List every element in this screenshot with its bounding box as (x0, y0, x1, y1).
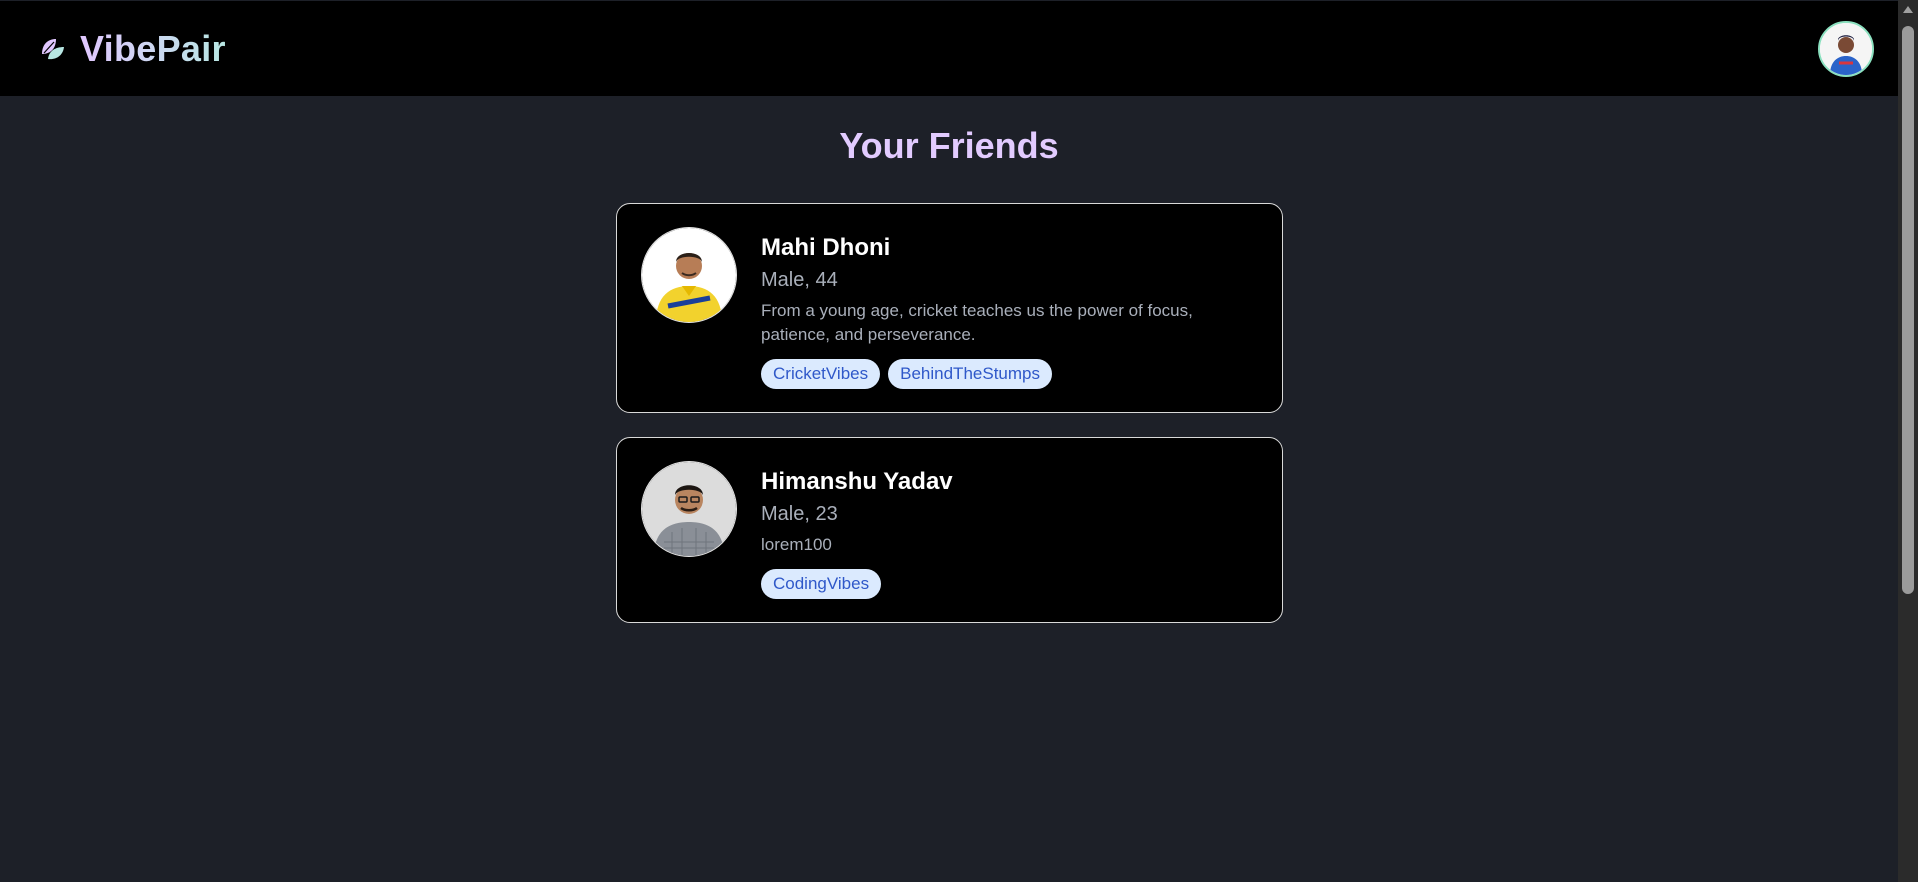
friend-tags: CricketVibes BehindTheStumps (761, 359, 1231, 389)
scrollbar-thumb[interactable] (1902, 26, 1914, 594)
friend-card[interactable]: Himanshu Yadav Male, 23 lorem100 CodingV… (616, 437, 1283, 623)
friend-name: Mahi Dhoni (761, 234, 891, 261)
friend-gender-age: Male, 44 (761, 269, 838, 291)
brand-name: VibePair (80, 27, 226, 69)
friend-bio: From a young age, cricket teaches us the… (761, 301, 1193, 344)
friend-bio: lorem100 (761, 535, 832, 554)
friend-avatar (641, 461, 737, 557)
friend-info: Himanshu Yadav Male, 23 lorem100 CodingV… (761, 461, 953, 599)
tag-chip[interactable]: BehindTheStumps (888, 359, 1052, 389)
tag-chip[interactable]: CodingVibes (761, 569, 882, 599)
scroll-up-arrow-icon[interactable] (1903, 6, 1913, 13)
profile-avatar-button[interactable] (1818, 20, 1874, 77)
main-content: Your Friends Mahi Dhoni Male, 44 From a … (0, 96, 1898, 623)
friend-info: Mahi Dhoni Male, 44 From a young age, cr… (761, 227, 1231, 389)
friend-list: Mahi Dhoni Male, 44 From a young age, cr… (616, 203, 1283, 647)
user-avatar-icon (1820, 22, 1872, 75)
app-page: VibePair Your Friends Mahi Dhoni Male, 4… (0, 0, 1918, 882)
friend-card[interactable]: Mahi Dhoni Male, 44 From a young age, cr… (616, 203, 1283, 413)
page-title: Your Friends (839, 125, 1059, 166)
friend-name: Himanshu Yadav (761, 468, 953, 495)
tag-chip[interactable]: CricketVibes (761, 359, 881, 389)
friend-gender-age: Male, 23 (761, 503, 838, 525)
page-scrollbar[interactable] (1898, 0, 1918, 882)
top-navbar: VibePair (0, 1, 1898, 96)
leaf-pair-icon (38, 34, 68, 64)
friend-avatar (641, 227, 737, 323)
brand-link[interactable]: VibePair (38, 28, 226, 70)
friend-tags: CodingVibes (761, 569, 953, 599)
